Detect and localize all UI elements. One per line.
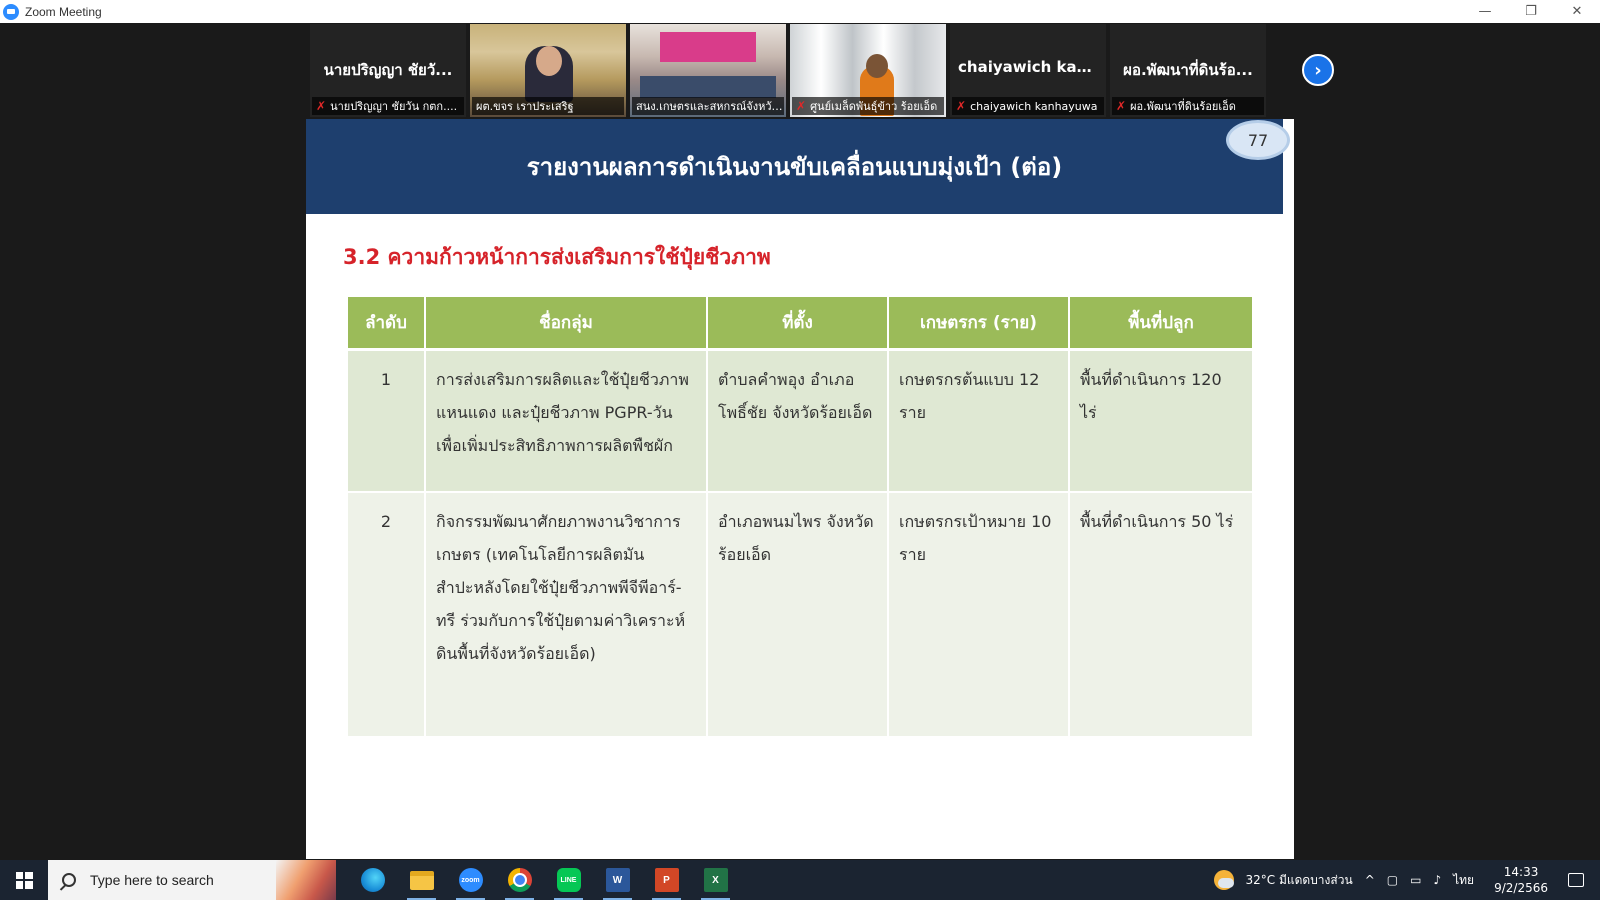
- participant-caption: ✗ นายปริญญา ชัยวัน กตก....: [312, 97, 464, 115]
- section-title: 3.2 ความก้าวหน้าการส่งเสริมการใช้ปุ๋ยชีว…: [343, 245, 771, 269]
- mic-muted-icon: ✗: [796, 99, 807, 113]
- participant-video-face: [536, 46, 562, 76]
- zoom-icon: zoom: [458, 868, 483, 892]
- participant-tile[interactable]: ✗ ศูนย์เมล็ดพันธุ์ข้าว ร้อยเอ็ด: [790, 24, 946, 117]
- mic-muted-icon: ✗: [956, 99, 967, 113]
- chrome-icon: [507, 868, 532, 892]
- clock-date: 9/2/2566: [1494, 881, 1548, 895]
- cell-farmers: เกษตรกรเป้าหมาย 10 ราย: [888, 492, 1070, 738]
- search-icon: [62, 873, 76, 887]
- mic-muted-icon: ✗: [1116, 99, 1127, 113]
- cell-group: กิจกรรมพัฒนาศักยภาพงานวิชาการเกษตร (เทคโ…: [425, 492, 708, 738]
- participant-tile[interactable]: ผอ.พัฒนาที่ดินร้อ... ✗ ผอ.พัฒนาที่ดินร้อ…: [1110, 24, 1266, 117]
- cell-group: การส่งเสริมการผลิตและใช้ปุ๋ยชีวภาพแหนแดง…: [425, 349, 708, 493]
- participant-tile[interactable]: สนง.เกษตรและสหกรณ์จังหวัด...: [630, 24, 786, 117]
- participant-video: [660, 32, 756, 62]
- window-titlebar: Zoom Meeting — ❐ ✕: [0, 0, 1600, 23]
- taskbar-apps: zoom LINE W P X: [348, 860, 740, 900]
- participant-gallery: นายปริญญา ชัยวั... ✗ นายปริญญา ชัยวัน กต…: [310, 24, 1266, 117]
- excel-icon: X: [703, 868, 728, 892]
- taskbar-search-box[interactable]: Type here to search: [48, 860, 336, 900]
- participant-name: ผต.ขจร เราประเสริฐ: [476, 100, 574, 113]
- input-language[interactable]: ไทย: [1453, 871, 1474, 890]
- participant-name: นายปริญญา ชัยวัน กตก....: [330, 100, 458, 113]
- table-header-row: ลำดับ ชื่อกลุ่ม ที่ตั้ง เกษตรกร (ราย) พื…: [348, 297, 1252, 351]
- zoom-app-icon: [3, 3, 19, 20]
- participant-display-name: ผอ.พัฒนาที่ดินร้อ...: [1123, 61, 1253, 79]
- participant-caption: ✗ chaiyawich kanhayuwa: [952, 97, 1104, 115]
- volume-icon[interactable]: ♪: [1433, 873, 1441, 887]
- start-button[interactable]: [0, 860, 48, 900]
- participant-caption: ✗ ผอ.พัฒนาที่ดินร้อยเอ็ด: [1112, 97, 1264, 115]
- taskbar-word[interactable]: W: [593, 860, 642, 900]
- line-icon: LINE: [556, 868, 581, 892]
- progress-table: ลำดับ ชื่อกลุ่ม ที่ตั้ง เกษตรกร (ราย) พื…: [348, 297, 1252, 738]
- column-header-location: ที่ตั้ง: [707, 297, 889, 351]
- window-controls: — ❐ ✕: [1462, 0, 1600, 23]
- window-title: Zoom Meeting: [25, 4, 102, 19]
- search-highlight-illustration: [276, 860, 336, 900]
- participant-display-name: นายปริญญา ชัยวั...: [323, 61, 453, 79]
- participant-display-name: chaiyawich kanh...: [958, 58, 1106, 76]
- windows-taskbar: Type here to search zoom LINE W P X 32°C…: [0, 860, 1600, 900]
- participant-tile[interactable]: chaiyawich kanh... ✗ chaiyawich kanhayuw…: [950, 24, 1106, 117]
- edge-icon: [360, 868, 385, 892]
- minimize-button[interactable]: —: [1462, 0, 1508, 23]
- participant-name: ผอ.พัฒนาที่ดินร้อยเอ็ด: [1130, 100, 1236, 113]
- close-button[interactable]: ✕: [1554, 0, 1600, 23]
- search-placeholder: Type here to search: [90, 872, 214, 888]
- slide-page-number: 77: [1229, 123, 1287, 157]
- cell-location: ตำบลคำพอุง อำเภอโพธิ์ชัย จังหวัดร้อยเอ็ด: [707, 349, 889, 493]
- file-explorer-icon: [409, 870, 434, 890]
- participant-name: ศูนย์เมล็ดพันธุ์ข้าว ร้อยเอ็ด: [810, 100, 938, 113]
- taskbar-excel[interactable]: X: [691, 860, 740, 900]
- slide-header: รายงานผลการดำเนินงานขับเคลื่อนแบบมุ่งเป้…: [306, 119, 1283, 214]
- system-tray: 32°C มีแดดบางส่วน ^ ▢ ▭ ♪ ไทย 14:33 9/2/…: [1213, 860, 1600, 900]
- restore-button[interactable]: ❐: [1508, 0, 1554, 23]
- participant-caption: สนง.เกษตรและสหกรณ์จังหวัด...: [632, 97, 784, 115]
- network-icon[interactable]: ▭: [1410, 873, 1421, 887]
- taskbar-edge[interactable]: [348, 860, 397, 900]
- participant-caption: ผต.ขจร เราประเสริฐ: [472, 97, 624, 115]
- participant-tile[interactable]: นายปริญญา ชัยวั... ✗ นายปริญญา ชัยวัน กต…: [310, 24, 466, 117]
- cell-area: พื้นที่ดำเนินการ 120 ไร่: [1069, 349, 1252, 493]
- show-hidden-icons-chevron-up-icon[interactable]: ^: [1365, 873, 1375, 887]
- column-header-area: พื้นที่ปลูก: [1069, 297, 1252, 351]
- cell-no: 2: [348, 492, 426, 738]
- participant-name: chaiyawich kanhayuwa: [970, 99, 1098, 113]
- taskbar-file-explorer[interactable]: [397, 860, 446, 900]
- clock-time: 14:33: [1503, 865, 1539, 879]
- mic-muted-icon: ✗: [316, 99, 327, 113]
- shared-screen-slide: รายงานผลการดำเนินงานขับเคลื่อนแบบมุ่งเป้…: [306, 119, 1294, 859]
- table-row: 2 กิจกรรมพัฒนาศักยภาพงานวิชาการเกษตร (เท…: [348, 492, 1252, 738]
- participant-tile[interactable]: ผต.ขจร เราประเสริฐ: [470, 24, 626, 117]
- powerpoint-icon: P: [654, 868, 679, 892]
- participant-name: สนง.เกษตรและสหกรณ์จังหวัด...: [636, 100, 784, 113]
- column-header-group: ชื่อกลุ่ม: [425, 297, 708, 351]
- slide-title: รายงานผลการดำเนินงานขับเคลื่อนแบบมุ่งเป้…: [526, 153, 1063, 181]
- notification-center-icon[interactable]: [1568, 873, 1584, 887]
- taskbar-clock[interactable]: 14:33 9/2/2566: [1494, 864, 1548, 896]
- taskbar-chrome[interactable]: [495, 860, 544, 900]
- word-icon: W: [605, 868, 630, 892]
- participant-video-face: [866, 54, 888, 78]
- column-header-farmers: เกษตรกร (ราย): [888, 297, 1070, 351]
- cell-farmers: เกษตรกรต้นแบบ 12 ราย: [888, 349, 1070, 493]
- participant-caption: ✗ ศูนย์เมล็ดพันธุ์ข้าว ร้อยเอ็ด: [792, 97, 944, 115]
- gallery-next-page-button[interactable]: ›: [1302, 54, 1334, 86]
- weather-partly-cloudy-icon[interactable]: [1213, 870, 1234, 890]
- meet-now-icon[interactable]: ▢: [1387, 873, 1398, 887]
- taskbar-zoom[interactable]: zoom: [446, 860, 495, 900]
- windows-logo-icon: [15, 871, 33, 889]
- participant-video-table: [640, 76, 776, 98]
- weather-text[interactable]: 32°C มีแดดบางส่วน: [1246, 871, 1353, 890]
- cell-area: พื้นที่ดำเนินการ 50 ไร่: [1069, 492, 1252, 738]
- taskbar-powerpoint[interactable]: P: [642, 860, 691, 900]
- cell-location: อำเภอพนมไพร จังหวัดร้อยเอ็ด: [707, 492, 889, 738]
- taskbar-line[interactable]: LINE: [544, 860, 593, 900]
- column-header-no: ลำดับ: [348, 297, 426, 351]
- cell-no: 1: [348, 349, 426, 493]
- table-row: 1 การส่งเสริมการผลิตและใช้ปุ๋ยชีวภาพแหนแ…: [348, 349, 1252, 493]
